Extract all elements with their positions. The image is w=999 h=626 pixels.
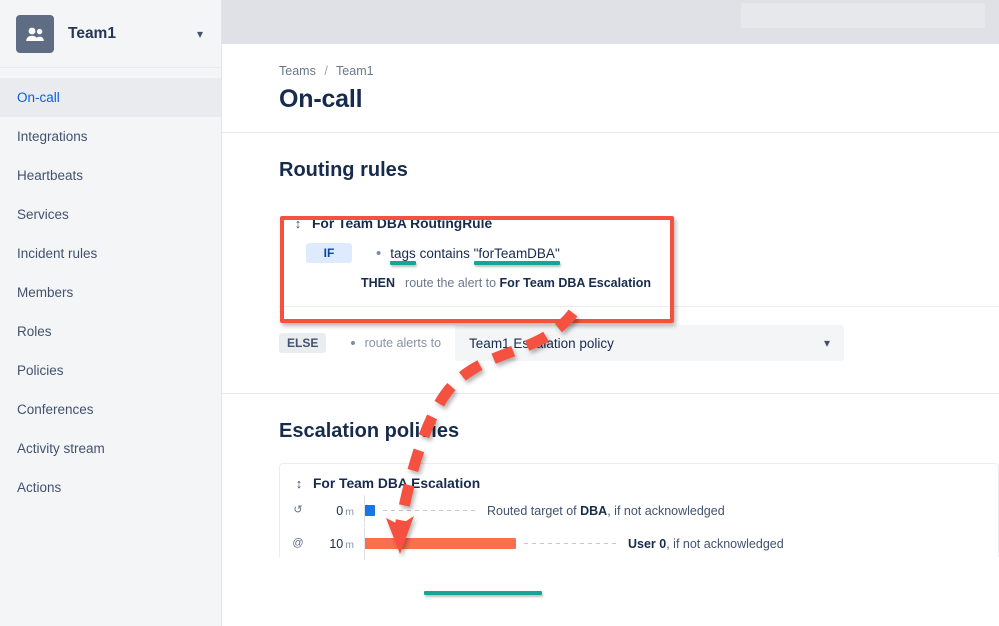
escalation-text-prefix: Routed target of [487, 503, 581, 518]
email-at-icon: @ [292, 537, 304, 549]
sidebar: Team1 ▾ On-call Integrations Heartbeats … [0, 0, 222, 626]
condition-field: tags [390, 245, 416, 261]
main-content: Teams / Team1 On-call Routing rules ↕ Fo… [222, 44, 999, 626]
browser-chrome-inner-bar [741, 3, 985, 28]
page-title: On-call [279, 85, 363, 113]
escalation-delay: 10 m [308, 537, 354, 551]
escalation-text-suffix: , if not acknowledged [666, 536, 784, 551]
sidebar-item-conferences[interactable]: Conferences [0, 390, 221, 429]
escalation-policy-select-value: Team1 Escalation policy [469, 335, 614, 351]
team-name-label: Team1 [68, 24, 116, 42]
escalation-delay-unit: m [345, 538, 354, 551]
sidebar-item-policies[interactable]: Policies [0, 351, 221, 390]
sidebar-item-incident-rules[interactable]: Incident rules [0, 234, 221, 273]
timeline-rail [364, 494, 365, 527]
escalation-bar [364, 505, 375, 516]
dotted-connector [524, 543, 620, 544]
escalation-delay-value: 10 [329, 536, 344, 551]
escalation-policy-select[interactable]: Team1 Escalation policy ▾ [455, 325, 845, 361]
sidebar-item-activity-stream[interactable]: Activity stream [0, 429, 221, 468]
escalation-delay-value: 0 [336, 503, 344, 518]
escalation-rule-text: Routed target of DBA, if not acknowledge… [487, 504, 725, 518]
breadcrumb: Teams / Team1 [279, 64, 999, 78]
sidebar-item-label: Policies [17, 363, 64, 378]
then-description: route the alert to For Team DBA Escalati… [405, 276, 651, 290]
escalation-policies-heading: Escalation policies [279, 420, 460, 442]
chevron-down-icon[interactable]: ▾ [197, 28, 205, 40]
timeline-rail [364, 527, 365, 560]
escalation-bar [364, 538, 516, 549]
sidebar-item-label: Services [17, 207, 69, 222]
bullet-dot-icon: • [376, 244, 382, 262]
sidebar-item-label: Conferences [17, 402, 94, 417]
page-header: Teams / Team1 On-call [222, 44, 999, 114]
routing-rule-condition: tags contains "forTeamDBA" [390, 246, 559, 261]
escalation-bar-track [364, 494, 479, 527]
drag-vertical-icon[interactable]: ↕ [290, 477, 308, 490]
sidebar-item-label: Actions [17, 480, 62, 495]
sidebar-item-label: On-call [17, 90, 60, 105]
dotted-connector [383, 510, 479, 511]
if-chip: IF [306, 243, 352, 263]
routing-rule-header: ↕ For Team DBA RoutingRule [279, 216, 999, 231]
condition-operator: contains [419, 245, 470, 261]
breadcrumb-team-link[interactable]: Team1 [336, 64, 374, 78]
sidebar-item-label: Roles [17, 324, 52, 339]
escalation-text-target: DBA [580, 503, 608, 518]
escalation-rule-row: @ 10 m User 0, if not acknowledged [280, 527, 998, 560]
breadcrumb-teams-link[interactable]: Teams [279, 64, 316, 78]
then-action-text: route the alert to [405, 276, 500, 290]
routing-rule-card[interactable]: ↕ For Team DBA RoutingRule IF • tags con… [279, 202, 999, 296]
condition-value: "forTeamDBA" [473, 245, 560, 261]
breadcrumb-separator: / [324, 64, 328, 78]
sidebar-nav: On-call Integrations Heartbeats Services… [0, 68, 221, 507]
sidebar-item-label: Activity stream [17, 441, 105, 456]
routed-target-icon: ↺ [293, 504, 303, 516]
bullet-dot-icon: • [350, 334, 356, 352]
escalation-rule-text: User 0, if not acknowledged [628, 537, 784, 551]
team-people-icon [16, 14, 54, 53]
routing-rules-list: ↕ For Team DBA RoutingRule IF • tags con… [222, 202, 999, 361]
drag-vertical-icon[interactable]: ↕ [289, 217, 307, 230]
sidebar-item-label: Members [17, 285, 74, 300]
sidebar-item-services[interactable]: Services [0, 195, 221, 234]
sidebar-item-label: Integrations [17, 129, 88, 144]
sidebar-item-heartbeats[interactable]: Heartbeats [0, 156, 221, 195]
escalation-delay: 0m [308, 504, 354, 518]
sidebar-item-actions[interactable]: Actions [0, 468, 221, 507]
section-divider [222, 393, 999, 394]
escalation-policy-header: ↕ For Team DBA Escalation [280, 476, 998, 491]
routing-else-row: ELSE • route alerts to Team1 Escalation … [279, 325, 999, 361]
sidebar-item-roles[interactable]: Roles [0, 312, 221, 351]
routing-rule-title: For Team DBA RoutingRule [312, 216, 493, 231]
header-divider [222, 132, 999, 133]
else-chip: ELSE [279, 333, 327, 353]
team-switcher[interactable]: Team1 ▾ [0, 0, 221, 68]
routing-rule-divider [279, 306, 999, 307]
escalation-bar-track [364, 527, 620, 560]
routing-rules-heading: Routing rules [279, 159, 408, 181]
sidebar-item-integrations[interactable]: Integrations [0, 117, 221, 156]
escalation-rule-row: ↺ 0m Routed target of DBA, if not acknow… [280, 494, 998, 527]
app-root: Team1 ▾ On-call Integrations Heartbeats … [0, 0, 999, 626]
then-label: THEN [361, 276, 396, 290]
sidebar-item-members[interactable]: Members [0, 273, 221, 312]
routing-rule-if-row: IF • tags contains "forTeamDBA" [279, 243, 999, 263]
sidebar-item-on-call[interactable]: On-call [0, 78, 221, 117]
routing-rule-then-row: THEN route the alert to For Team DBA Esc… [279, 276, 999, 290]
escalation-policy-card[interactable]: ↕ For Team DBA Escalation ↺ 0m Routed ta… [279, 463, 999, 560]
else-lead-text: route alerts to [364, 336, 442, 350]
then-target-name: For Team DBA Escalation [499, 276, 651, 290]
sidebar-item-label: Incident rules [17, 246, 98, 261]
escalation-delay-unit: m [345, 505, 354, 518]
escalation-policy-title: For Team DBA Escalation [313, 476, 481, 491]
escalation-text-target: User 0 [628, 536, 667, 551]
sidebar-item-label: Heartbeats [17, 168, 84, 183]
chevron-down-icon[interactable]: ▾ [824, 337, 830, 349]
escalation-text-suffix: , if not acknowledged [607, 503, 725, 518]
